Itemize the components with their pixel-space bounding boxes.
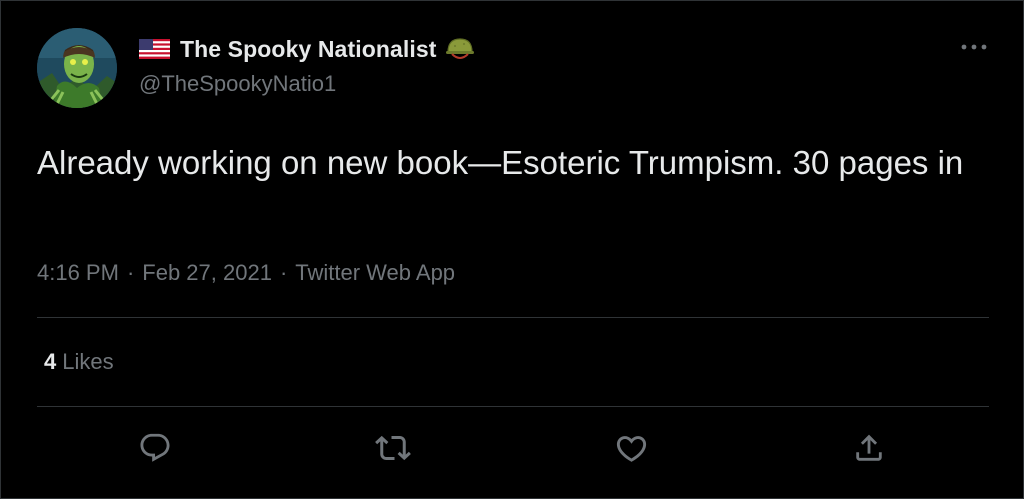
retweet-button[interactable]: [373, 428, 413, 468]
more-options-button[interactable]: [956, 37, 992, 57]
display-name[interactable]: The Spooky Nationalist: [180, 36, 437, 63]
meta-separator: ·: [279, 260, 288, 285]
tweet-date[interactable]: Feb 27, 2021: [142, 260, 272, 286]
divider: [37, 317, 989, 318]
likes-label: Likes: [62, 349, 114, 374]
avatar[interactable]: [37, 28, 117, 108]
likes-stat[interactable]: 4 Likes: [44, 349, 114, 375]
tweet-card: The Spooky Nationalist @TheSpookyNatio1 …: [0, 0, 1024, 499]
user-handle[interactable]: @TheSpookyNatio1: [139, 71, 336, 97]
likes-count: 4: [44, 349, 57, 374]
reply-icon: [140, 433, 170, 462]
share-button[interactable]: [849, 428, 889, 468]
tweet-time[interactable]: 4:16 PM: [37, 260, 119, 286]
more-dots-icon: [961, 44, 987, 50]
meta-separator: ·: [126, 260, 135, 285]
avatar-image: [37, 28, 117, 108]
retweet-icon: [375, 435, 411, 461]
share-icon: [856, 434, 882, 461]
like-icon: [616, 435, 646, 462]
tweet-meta: 4:16 PM · Feb 27, 2021 · Twitter Web App: [37, 260, 455, 286]
military-helmet-icon: [445, 38, 474, 59]
tweet-text: Already working on new book—Esoteric Tru…: [37, 144, 964, 181]
divider: [37, 406, 989, 407]
us-flag-icon: [139, 39, 170, 59]
user-name-row[interactable]: The Spooky Nationalist: [139, 34, 475, 64]
tweet-source[interactable]: Twitter Web App: [295, 260, 455, 286]
reply-button[interactable]: [135, 428, 175, 468]
like-button[interactable]: [611, 428, 651, 468]
